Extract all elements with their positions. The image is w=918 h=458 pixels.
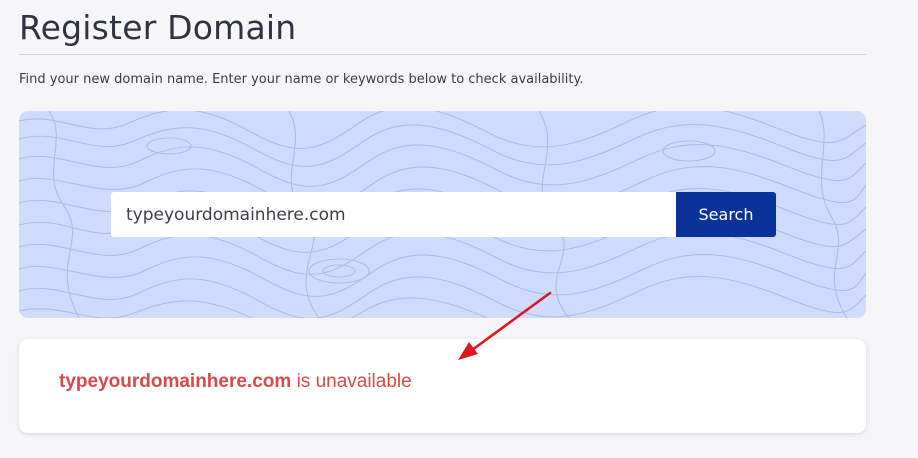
result-domain: typeyourdomainhere.com — [59, 371, 292, 392]
title-divider — [19, 54, 866, 55]
search-button[interactable]: Search — [676, 192, 776, 237]
availability-message: typeyourdomainhere.com is unavailable — [59, 370, 412, 394]
intro-text: Find your new domain name. Enter your na… — [19, 72, 584, 87]
availability-status: is unavailable — [296, 371, 412, 392]
availability-result-card: typeyourdomainhere.com is unavailable — [19, 339, 866, 433]
page-title: Register Domain — [19, 8, 297, 47]
domain-search-panel: Search — [19, 111, 866, 318]
domain-search-input[interactable] — [111, 192, 676, 237]
domain-search-bar: Search — [111, 192, 776, 237]
